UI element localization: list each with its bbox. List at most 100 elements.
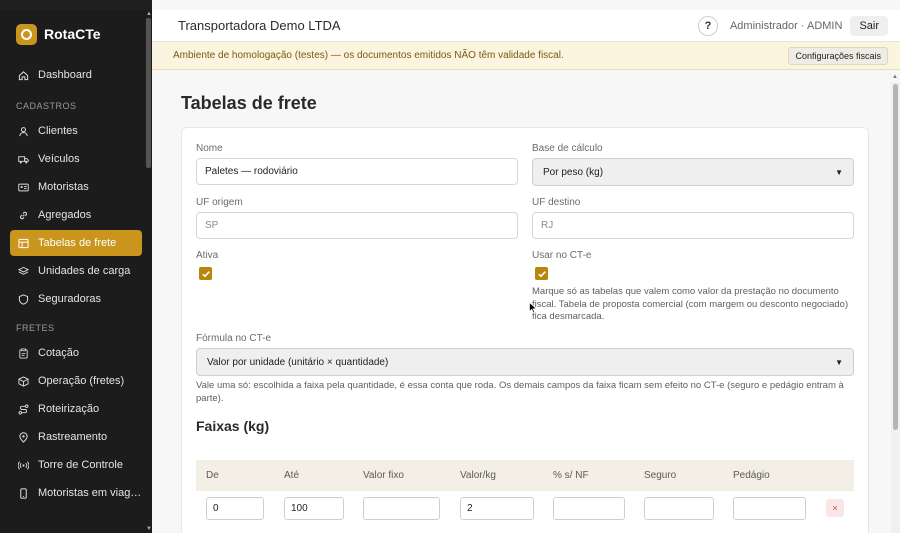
formula-help: Vale uma só: escolhida a faixa pela quan… (196, 380, 844, 404)
section-cadastros: CADASTROS (16, 101, 77, 111)
faixa-de-input[interactable]: 0 (206, 497, 264, 520)
sidebar-item-seguradoras[interactable]: Seguradoras (10, 286, 142, 312)
sidebar-item-label: Unidades de carga (38, 265, 131, 277)
delete-row-button[interactable]: × (826, 499, 844, 517)
faixas-title: Faixas (kg) (196, 418, 270, 434)
usar-cte-checkbox[interactable] (535, 267, 548, 280)
column-header: De (206, 470, 219, 481)
company-name: Transportadora Demo LTDA (178, 18, 341, 33)
sidebar-item-label: Motoristas em viag… (38, 487, 142, 499)
sidebar-item-label: Agregados (38, 209, 92, 221)
sidebar-item-label: Seguradoras (38, 293, 101, 305)
sidebar-item-label: Clientes (38, 125, 78, 137)
sidebar-item-dashboard[interactable]: Dashboard (10, 62, 142, 88)
sidebar-item-motoristas-em-viagem[interactable]: Motoristas em viag… (10, 480, 142, 506)
user-icon (19, 126, 28, 136)
mouse-cursor-icon (529, 302, 537, 314)
formula-select[interactable]: Valor por unidade (unitário × quantidade… (196, 348, 854, 376)
main-scrollbar[interactable]: ▲ (891, 74, 900, 533)
sidebar-item-label: Motoristas (38, 181, 89, 193)
sidebar-item-cotacao[interactable]: Cotação (10, 340, 142, 366)
sidebar-item-operacao[interactable]: Operação (fretes) (10, 368, 142, 394)
column-header: Seguro (644, 470, 677, 481)
shield-icon (18, 293, 29, 305)
home-icon (18, 70, 29, 80)
chevron-down-icon: ▼ (835, 357, 843, 367)
brand-name: RotaCTe (44, 26, 101, 42)
faixas-table-header: De Até Valor fixo Valor/kg % s/ NF Segur… (196, 460, 854, 491)
checkmark-icon (537, 270, 546, 277)
sidebar-item-rastreamento[interactable]: Rastreamento (10, 424, 142, 450)
broadcast-icon (18, 460, 29, 470)
main-content: Transportadora Demo LTDA ? Administrador… (152, 10, 900, 533)
main-scroll-thumb[interactable] (893, 84, 898, 430)
layers-icon (18, 266, 29, 275)
sidebar-item-label: Tabelas de frete (38, 237, 117, 249)
sidebar-item-torre-de-controle[interactable]: Torre de Controle (10, 452, 142, 478)
clipboard-icon (19, 348, 28, 359)
sidebar-item-clientes[interactable]: Clientes (10, 118, 142, 144)
column-header: % s/ NF (553, 470, 589, 481)
sidebar-item-agregados[interactable]: Agregados (10, 202, 142, 228)
formula-value: Valor por unidade (unitário × quantidade… (207, 356, 389, 368)
uf-destino-input[interactable]: RJ (532, 212, 854, 239)
sidebar-item-label: Torre de Controle (38, 459, 123, 471)
sidebar-item-label: Dashboard (38, 69, 92, 81)
table-icon (18, 238, 29, 248)
uf-origem-label: UF origem (196, 197, 243, 208)
sidebar-item-label: Cotação (38, 347, 79, 359)
base-calculo-select[interactable]: Por peso (kg) ▼ (532, 158, 854, 186)
column-header: Valor/kg (460, 470, 496, 481)
formula-label: Fórmula no CT-e (196, 333, 272, 344)
column-header: Valor fixo (363, 470, 404, 481)
fiscal-settings-button[interactable]: Configurações fiscais (788, 46, 888, 65)
truck-icon (18, 155, 29, 164)
brand-logo-icon (16, 23, 37, 45)
page-title: Tabelas de frete (181, 93, 317, 113)
topbar: Transportadora Demo LTDA ? Administrador… (152, 10, 900, 42)
homologation-banner: Ambiente de homologação (testes) — os do… (152, 42, 900, 70)
column-header: Até (284, 470, 300, 481)
uf-destino-label: UF destino (532, 197, 581, 208)
faixa-pedagio-input[interactable] (733, 497, 806, 520)
map-pin-icon (19, 431, 28, 443)
user-label: Administrador · ADMIN (729, 19, 843, 32)
sidebar-item-label: Rastreamento (38, 431, 108, 443)
sidebar: RotaCTe Dashboard CADASTROS Clientes Veí… (0, 10, 152, 533)
nome-label: Nome (196, 143, 223, 154)
section-fretes: FRETES (16, 323, 55, 333)
base-calculo-label: Base de cálculo (532, 143, 603, 154)
base-calculo-value: Por peso (kg) (543, 166, 604, 178)
sidebar-item-motoristas[interactable]: Motoristas (10, 174, 142, 200)
sidebar-item-tabelas-de-frete[interactable]: Tabelas de frete (10, 230, 142, 256)
faixa-pct-nf-input[interactable] (553, 497, 625, 520)
window-top-strip (152, 0, 900, 10)
mobile-icon (20, 487, 27, 499)
ativa-label: Ativa (196, 250, 219, 261)
faixa-valor-kg-input[interactable]: 2 (460, 497, 534, 520)
package-icon (18, 375, 29, 387)
brand[interactable]: RotaCTe (0, 10, 152, 58)
scroll-up-arrow-icon[interactable]: ▲ (892, 74, 898, 80)
sidebar-item-roteirizacao[interactable]: Roteirização (10, 396, 142, 422)
sidebar-item-veiculos[interactable]: Veículos (10, 146, 142, 172)
sidebar-scroll-thumb[interactable] (146, 18, 151, 168)
link-icon (19, 211, 28, 219)
logout-button[interactable]: Sair (850, 15, 888, 36)
route-icon (18, 404, 29, 414)
freight-table-form: Nome Paletes — rodoviário Base de cálcul… (181, 127, 869, 533)
ativa-checkbox[interactable] (199, 267, 212, 280)
sidebar-item-label: Roteirização (38, 403, 100, 415)
faixa-ate-input[interactable]: 100 (284, 497, 344, 520)
checkmark-icon (201, 270, 210, 277)
sidebar-item-unidades-de-carga[interactable]: Unidades de carga (10, 258, 142, 284)
uf-origem-input[interactable]: SP (196, 212, 518, 239)
nome-input[interactable]: Paletes — rodoviário (196, 158, 518, 185)
faixa-valor-fixo-input[interactable] (363, 497, 440, 520)
id-card-icon (18, 183, 29, 191)
sidebar-item-label: Veículos (38, 153, 80, 165)
sidebar-item-label: Operação (fretes) (38, 375, 125, 387)
faixa-seguro-input[interactable] (644, 497, 714, 520)
sidebar-scrollbar[interactable]: ▲ ▼ (145, 10, 152, 533)
help-button[interactable]: ? (697, 15, 718, 36)
